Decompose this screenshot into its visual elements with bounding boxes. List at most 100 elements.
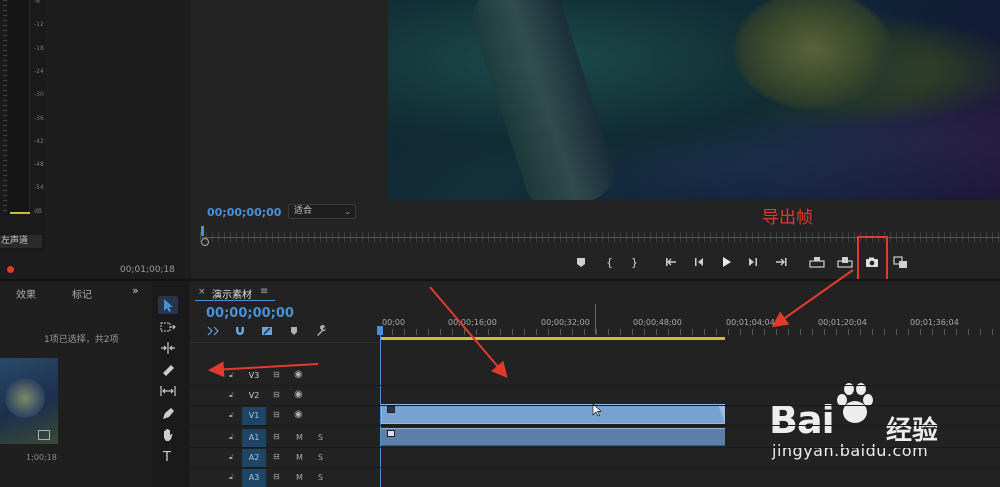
linked-selection-icon[interactable]	[259, 325, 275, 337]
program-timecode[interactable]: 00;00;00;00	[207, 206, 281, 219]
pen-tool-icon[interactable]	[158, 404, 178, 422]
playhead-handle[interactable]	[377, 326, 383, 335]
track-row-v3[interactable]	[190, 366, 1000, 386]
track-name-a3[interactable]: A3	[242, 469, 266, 487]
lock-icon[interactable]: 🔓︎	[229, 391, 234, 400]
thumbnail-duration: 1;00;18	[26, 453, 57, 462]
meter-tick-label: -48	[34, 161, 44, 169]
add-marker-icon[interactable]	[286, 325, 302, 337]
solo-button[interactable]: S	[318, 453, 323, 462]
sync-lock-icon[interactable]: ⊟	[273, 452, 280, 461]
ruler-label: 00;00;48;00	[633, 318, 682, 327]
meter-tick-label: -30	[34, 91, 44, 99]
more-tabs-button[interactable]: »	[132, 284, 139, 297]
mark-out-icon[interactable]: }	[622, 253, 644, 271]
header-separator	[190, 342, 379, 343]
source-timecode: 00;01;00;18	[120, 265, 175, 275]
hand-tool-icon[interactable]	[158, 426, 178, 444]
meter-ticks: -6 -12 -18 -24 -30 -36 -42 -48 -54 dB	[0, 0, 45, 220]
tab-effects[interactable]: 效果	[16, 286, 36, 301]
play-icon[interactable]	[715, 253, 737, 271]
type-tool-icon[interactable]: T	[158, 447, 178, 465]
nest-icon[interactable]	[205, 325, 221, 337]
razor-tool-icon[interactable]	[158, 361, 178, 379]
track-row-a3[interactable]	[190, 468, 1000, 487]
tab-underline	[195, 300, 275, 301]
meter-tick-label: -42	[34, 137, 44, 145]
chevron-down-icon: ⌄	[344, 207, 351, 216]
eye-icon[interactable]: ◉	[294, 409, 303, 420]
go-to-out-icon[interactable]	[770, 253, 792, 271]
compare-view-icon[interactable]	[890, 253, 912, 271]
mute-button[interactable]: M	[296, 473, 303, 482]
sequence-tab-title[interactable]: 演示素材	[212, 286, 252, 301]
overwrite-icon[interactable]	[834, 253, 856, 271]
snap-magnet-icon[interactable]	[232, 325, 248, 337]
meter-tick-label: -6	[34, 0, 40, 5]
lock-icon[interactable]: 🔓︎	[229, 371, 234, 380]
ruler-major-tick	[595, 304, 596, 334]
go-to-in-icon[interactable]	[660, 253, 682, 271]
mark-in-icon[interactable]: {	[598, 253, 620, 271]
lock-icon[interactable]: 🔓︎	[229, 411, 234, 420]
track-select-tool-icon[interactable]	[158, 318, 178, 336]
track-row-v1[interactable]	[190, 406, 1000, 426]
solo-button[interactable]: S	[318, 473, 323, 482]
thumbnail-detail	[5, 378, 45, 418]
ruler-ticks	[380, 329, 1000, 335]
meter-tick-label: -18	[34, 44, 44, 52]
record-dot[interactable]	[7, 266, 14, 273]
ripple-edit-tool-icon[interactable]	[158, 339, 178, 357]
ruler-label: 00;01;04;04	[726, 318, 775, 327]
track-name-a1[interactable]: A1	[242, 429, 266, 447]
fit-dropdown-value: 适合	[294, 206, 313, 216]
track-row-v2[interactable]	[190, 386, 1000, 406]
ruler-label: 00;01;20;04	[818, 318, 867, 327]
mute-button[interactable]: M	[296, 453, 303, 462]
sync-lock-icon[interactable]: ⊟	[273, 472, 280, 481]
zoom-handle[interactable]	[201, 238, 209, 246]
sync-lock-icon[interactable]: ⊟	[273, 370, 280, 379]
fit-dropdown[interactable]: 适合 ⌄	[288, 204, 356, 219]
wrench-icon[interactable]	[313, 325, 329, 337]
sync-lock-icon[interactable]: ⊟	[273, 410, 280, 419]
step-forward-icon[interactable]	[742, 253, 764, 271]
export-frame-annotation: 导出帧	[762, 208, 813, 228]
track-name-v1[interactable]: V1	[242, 407, 266, 425]
selection-info: 1项已选择，共2项	[44, 335, 119, 345]
solo-button[interactable]: S	[318, 433, 323, 442]
video-detail	[464, 0, 622, 200]
lock-icon[interactable]: 🔓︎	[229, 453, 234, 462]
eye-icon[interactable]: ◉	[294, 389, 303, 400]
work-area-bar[interactable]	[380, 337, 725, 340]
ruler-label: 00;01;36;04	[910, 318, 959, 327]
timeline-timecode[interactable]: 00;00;00;00	[206, 306, 294, 321]
track-name-a2[interactable]: A2	[242, 449, 266, 467]
eye-icon[interactable]: ◉	[294, 369, 303, 380]
tab-markers[interactable]: 标记	[72, 286, 92, 301]
selection-tool-icon[interactable]	[158, 296, 178, 314]
step-back-icon[interactable]	[688, 253, 710, 271]
lock-icon[interactable]: 🔓︎	[229, 433, 234, 442]
close-icon[interactable]: ×	[198, 287, 206, 297]
ruler-label: 00;00	[382, 318, 406, 327]
meter-tick-label: -12	[34, 21, 44, 29]
sync-lock-icon[interactable]: ⊟	[273, 432, 280, 441]
sequence-icon	[38, 430, 50, 440]
track-name-v3[interactable]: V3	[242, 367, 266, 385]
track-row-a1[interactable]	[190, 428, 1000, 448]
track-name-v2[interactable]: V2	[242, 387, 266, 405]
panel-menu-icon[interactable]: ≡	[260, 286, 268, 297]
sync-lock-icon[interactable]: ⊟	[273, 390, 280, 399]
program-playhead[interactable]	[201, 226, 204, 236]
meter-tick-label: -24	[34, 67, 44, 75]
add-marker-icon[interactable]	[570, 253, 592, 271]
mute-button[interactable]: M	[296, 433, 303, 442]
slip-tool-icon[interactable]	[158, 382, 178, 400]
track-row-a2[interactable]	[190, 448, 1000, 468]
svg-text:}: }	[631, 256, 638, 269]
meter-tick-label: -36	[34, 114, 44, 122]
lock-icon[interactable]: 🔓︎	[229, 473, 234, 482]
channel-label[interactable]: 左声道	[0, 235, 42, 248]
insert-icon[interactable]	[806, 253, 828, 271]
